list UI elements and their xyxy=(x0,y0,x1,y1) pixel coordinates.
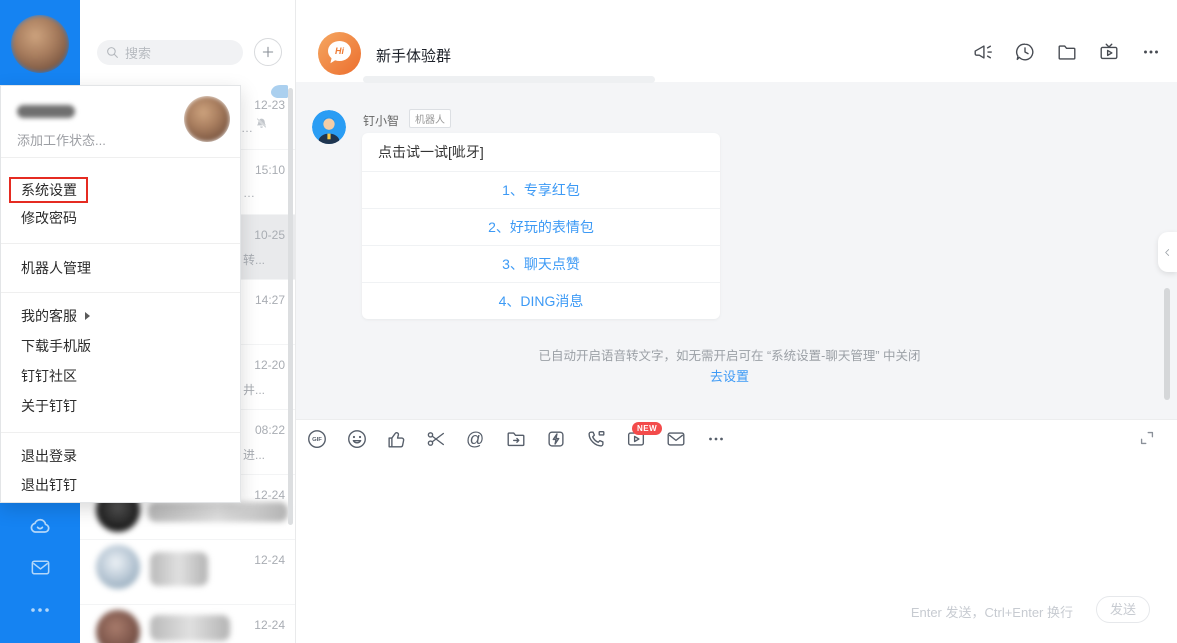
menu-item-download-mobile[interactable]: 下载手机版 xyxy=(21,338,91,354)
chat-time: 10-25 xyxy=(254,228,285,242)
menu-avatar[interactable] xyxy=(184,96,230,142)
menu-divider xyxy=(1,292,240,293)
chat-preview: 进... xyxy=(243,446,265,463)
chat-preview: … xyxy=(241,121,253,135)
group-live-icon[interactable] xyxy=(1098,41,1120,63)
expand-fullscreen-icon[interactable] xyxy=(1137,428,1157,448)
scrolled-message-edge xyxy=(363,76,655,83)
chat-preview: … xyxy=(243,186,255,200)
plus-icon xyxy=(261,45,275,59)
flash-note-icon[interactable] xyxy=(545,428,567,450)
redacted-name xyxy=(148,502,288,522)
menu-divider xyxy=(1,157,240,158)
message-link-like[interactable]: 3、聊天点赞 xyxy=(362,245,720,282)
add-button[interactable] xyxy=(254,38,282,66)
chat-time: 12-23 xyxy=(254,98,285,112)
chat-time: 08:22 xyxy=(255,423,285,437)
toolbar-more-icon[interactable] xyxy=(705,428,727,450)
thumbs-up-icon[interactable] xyxy=(385,428,407,450)
bot-avatar[interactable] xyxy=(312,110,346,144)
mail-sidebar-icon[interactable] xyxy=(0,556,80,584)
chat-list-item[interactable]: 12-24 xyxy=(80,605,295,643)
menu-item-exit-app[interactable]: 退出钉钉 xyxy=(21,477,77,493)
chat-history-icon[interactable] xyxy=(1014,41,1036,63)
message-link-redpacket[interactable]: 1、专享红包 xyxy=(362,171,720,208)
menu-item-about[interactable]: 关于钉钉 xyxy=(21,398,77,414)
phone-call-icon[interactable] xyxy=(585,428,607,450)
chat-time: 15:10 xyxy=(255,163,285,177)
chat-preview: 井... xyxy=(243,381,265,398)
composer-toolbar: GIF @ NEW xyxy=(296,419,1177,460)
header-more-icon[interactable] xyxy=(1140,41,1162,63)
new-badge: NEW xyxy=(632,422,662,435)
announcement-megaphone-icon[interactable] xyxy=(972,41,994,63)
menu-item-robot-management[interactable]: 机器人管理 xyxy=(21,260,91,276)
go-settings-link[interactable]: 去设置 xyxy=(296,366,1163,385)
submenu-arrow-icon xyxy=(85,312,90,320)
redacted-name xyxy=(150,615,230,641)
panel-divider xyxy=(295,0,296,643)
message-link-ding[interactable]: 4、DING消息 xyxy=(362,282,720,319)
system-notice: 已自动开启语音转文字，如无需开启可在 “系统设置-聊天管理” 中关闭 xyxy=(296,345,1163,364)
message-area: 钉小智 机器人 点击试一试[呲牙] 1、专享红包 2、好玩的表情包 3、聊天点赞… xyxy=(296,82,1177,419)
dingtalk-window: 搜索 12-23 … 15:10 … 10-25 转... 14:27 12-2… xyxy=(0,0,1177,643)
chat-time: 12-24 xyxy=(254,553,285,567)
cloud-drive-icon[interactable] xyxy=(0,513,80,544)
hi-bubble: Hi xyxy=(328,41,351,61)
sender-name: 钉小智 xyxy=(363,112,399,129)
send-hint: Enter 发送，Ctrl+Enter 换行 xyxy=(911,602,1073,621)
chat-time: 12-20 xyxy=(254,358,285,372)
avatar xyxy=(96,545,140,589)
svg-text:GIF: GIF xyxy=(312,437,322,443)
mute-bell-icon xyxy=(255,117,268,135)
message-link-stickers[interactable]: 2、好玩的表情包 xyxy=(362,208,720,245)
avatar xyxy=(96,610,140,643)
user-menu: 添加工作状态... 系统设置 修改密码 机器人管理 我的客服 下载手机版 钉钉社… xyxy=(0,85,241,503)
menu-item-system-settings[interactable]: 系统设置 xyxy=(21,182,77,198)
search-icon xyxy=(106,46,119,59)
mail-toolbar-icon[interactable] xyxy=(665,428,687,450)
chat-preview: 转... xyxy=(243,251,265,268)
composer[interactable]: Enter 发送，Ctrl+Enter 换行 发送 xyxy=(296,459,1177,643)
mention-at-icon[interactable]: @ xyxy=(466,428,484,450)
message-intro: 点击试一试[呲牙] xyxy=(362,133,720,171)
send-button[interactable]: 发送 xyxy=(1096,596,1150,623)
menu-item-my-service[interactable]: 我的客服 xyxy=(21,308,77,324)
sidebar-more-icon[interactable] xyxy=(0,602,80,623)
chat-time: 14:27 xyxy=(255,293,285,307)
group-files-icon[interactable] xyxy=(1056,41,1078,63)
chat-title: 新手体验群 xyxy=(376,45,451,66)
chat-list-item[interactable]: 12-24 xyxy=(80,540,295,605)
chat-time: 12-24 xyxy=(254,618,285,632)
group-avatar[interactable]: Hi xyxy=(318,32,361,75)
emoji-icon[interactable] xyxy=(346,428,368,450)
redacted-username xyxy=(17,105,75,118)
message-scrollbar[interactable] xyxy=(1164,288,1170,400)
menu-divider xyxy=(1,243,240,244)
menu-item-change-password[interactable]: 修改密码 xyxy=(21,210,77,226)
search-input[interactable]: 搜索 xyxy=(97,40,243,65)
message-card: 点击试一试[呲牙] 1、专享红包 2、好玩的表情包 3、聊天点赞 4、DING消… xyxy=(362,133,720,319)
search-placeholder: 搜索 xyxy=(125,43,151,62)
user-avatar[interactable] xyxy=(11,15,69,73)
work-status-button[interactable]: 添加工作状态... xyxy=(17,130,106,149)
chat-time: 12-24 xyxy=(254,488,285,502)
gif-icon[interactable]: GIF xyxy=(306,428,328,450)
screenshot-scissors-icon[interactable] xyxy=(425,428,447,450)
list-decoration xyxy=(271,85,288,98)
file-send-icon[interactable] xyxy=(505,428,527,450)
menu-item-logout[interactable]: 退出登录 xyxy=(21,448,77,464)
side-panel-handle[interactable] xyxy=(1158,232,1177,272)
chat-list-scrollbar[interactable] xyxy=(288,88,293,525)
menu-divider xyxy=(1,432,240,433)
robot-badge: 机器人 xyxy=(409,109,451,128)
menu-item-community[interactable]: 钉钉社区 xyxy=(21,368,77,384)
chat-header: Hi 新手体验群 xyxy=(296,0,1177,82)
redacted-name xyxy=(150,552,208,586)
chevron-left-icon xyxy=(1162,247,1173,258)
